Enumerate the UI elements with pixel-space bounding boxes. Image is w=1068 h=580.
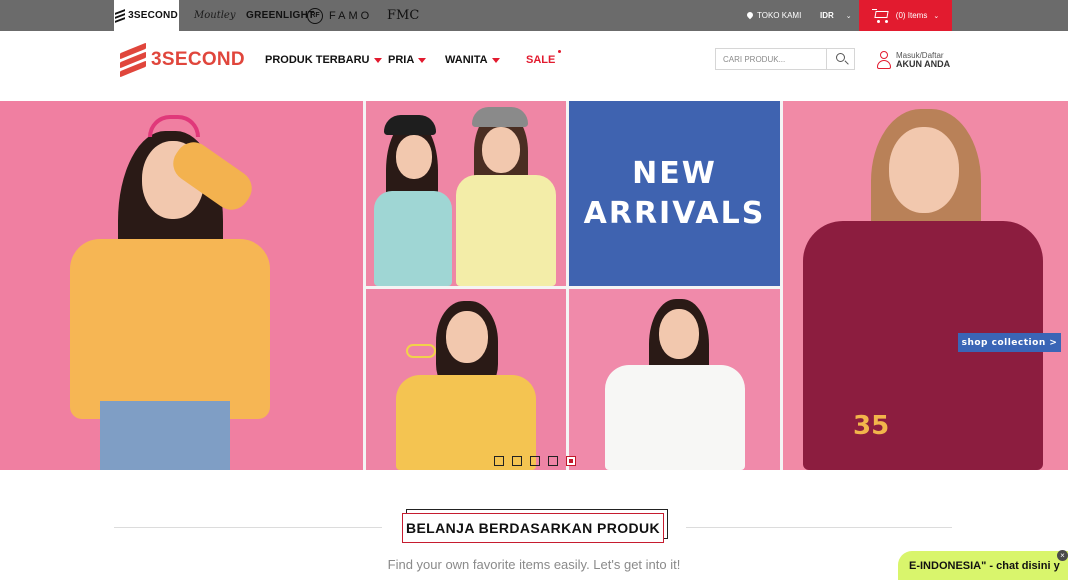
banner-line-arrivals: ARRIVALS [583, 195, 766, 231]
chat-widget[interactable]: E-INDONESIA" - chat disini y [898, 551, 1068, 580]
slide-dot-2[interactable] [512, 456, 522, 466]
brand-tab-famo[interactable]: RF FAMO [307, 0, 372, 31]
new-arrivals-banner: NEW ARRIVALS [569, 101, 780, 286]
account-title-label: AKUN ANDA [896, 59, 951, 69]
section-title: BELANJA BERDASARKAN PRODUK [402, 513, 664, 543]
brand-greenlight-label: GREENLIGHT [246, 10, 315, 21]
brand-famo-label: FAMO [329, 9, 373, 22]
nav-label-pria: PRIA [388, 54, 415, 66]
site-logo[interactable]: 3SECOND [120, 42, 245, 78]
account-link[interactable]: Masuk/Daftar AKUN ANDA [876, 49, 950, 71]
store-locator-label: TOKO KAMI [757, 11, 802, 20]
brand-tab-fmc[interactable]: FMC [387, 0, 419, 31]
search-icon [836, 53, 845, 62]
nav-item-wanita[interactable]: WANITA [445, 52, 500, 68]
hero-photo-top-left [366, 101, 566, 286]
nav-label-sale: SALE [526, 54, 556, 66]
cart-count-label: (0) Items [895, 11, 928, 20]
3second-logo-icon [120, 42, 146, 78]
search-button[interactable] [826, 49, 854, 69]
search-input[interactable] [716, 49, 826, 69]
famo-badge-icon: RF [307, 7, 323, 24]
logo-text: 3SECOND [151, 49, 245, 70]
hero-photo-bottom-left [366, 289, 566, 470]
brand-bar: 3SECOND Moutley GREENLIGHT RF FAMO FMC T… [0, 0, 1068, 31]
nav-label-wanita: WANITA [445, 54, 488, 66]
caret-down-icon [418, 57, 427, 63]
currency-selector[interactable]: IDR ⌄ [820, 0, 852, 31]
slide-dot-5-active[interactable] [566, 456, 576, 466]
brand-tab-greenlight[interactable]: GREENLIGHT [246, 0, 315, 31]
map-pin-icon [747, 12, 753, 20]
account-text: Masuk/Daftar AKUN ANDA [896, 51, 950, 69]
nav-item-sale[interactable]: SALE [526, 50, 562, 68]
brand-tab-3second[interactable]: 3SECOND [114, 0, 179, 31]
store-locator-link[interactable]: TOKO KAMI [747, 0, 801, 31]
slide-dot-3[interactable] [530, 456, 540, 466]
brand-fmc-label: FMC [387, 8, 420, 23]
banner-line-new: NEW [632, 155, 717, 191]
brand-tab-moutley[interactable]: Moutley [194, 0, 235, 31]
hero-photo-left [0, 101, 363, 470]
user-icon [876, 50, 892, 70]
hero-photo-bottom-middle [569, 289, 780, 470]
search-box [715, 48, 855, 70]
brand-3second-label: 3SECOND [128, 10, 178, 21]
cart-chevron-down-icon: ⌄ [933, 12, 940, 20]
hero-photo-right: 35 [783, 101, 1068, 470]
nav-item-produk-terbaru[interactable]: PRODUK TERBARU [265, 52, 382, 68]
currency-value: IDR [820, 11, 834, 20]
chat-close-icon[interactable]: × [1057, 550, 1068, 561]
hero-slider[interactable]: NEW ARRIVALS 35 shop collection > [0, 101, 1068, 470]
caret-down-icon [373, 57, 382, 63]
nav-label-produk-terbaru: PRODUK TERBARU [265, 54, 370, 66]
nav-item-pria[interactable]: PRIA [388, 52, 427, 68]
chevron-down-icon: ⌄ [845, 12, 852, 20]
caret-down-icon [491, 57, 500, 63]
shop-collection-button[interactable]: shop collection > [958, 333, 1061, 352]
slide-dot-4[interactable] [548, 456, 558, 466]
slider-pagination [494, 456, 576, 466]
section-divider-right [686, 527, 952, 528]
shopping-cart-icon [871, 8, 890, 23]
slide-dot-1[interactable] [494, 456, 504, 466]
brand-moutley-label: Moutley [194, 10, 236, 21]
3second-mini-logo-icon [115, 9, 126, 23]
sale-dot-icon [558, 50, 562, 53]
section-divider-left [114, 527, 382, 528]
cart-button[interactable]: (0) Items ⌄ [859, 0, 952, 31]
main-header: 3SECOND PRODUK TERBARU PRIA WANITA SALE … [0, 31, 1068, 101]
